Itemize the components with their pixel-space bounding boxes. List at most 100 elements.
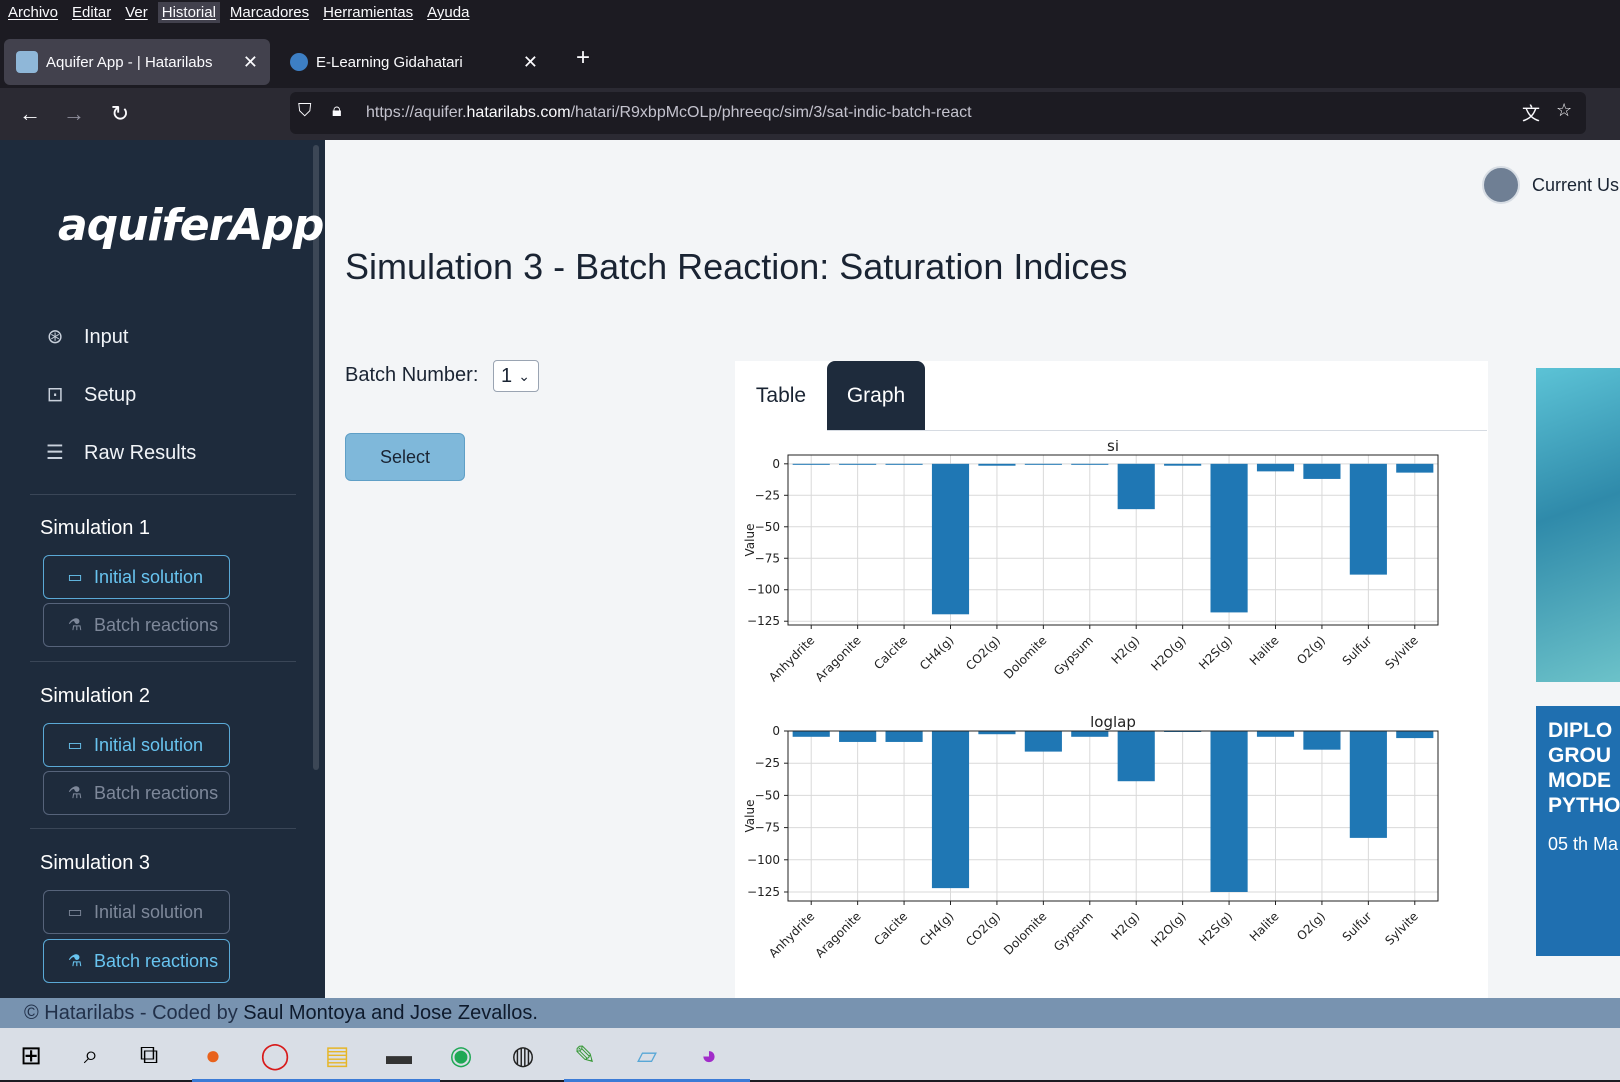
sidebar-item-raw-results[interactable]: ☰ Raw Results bbox=[42, 440, 196, 466]
sim1-initial-solution-button[interactable]: ▭ Initial solution bbox=[43, 555, 230, 599]
x-tick-label: Halite bbox=[1247, 633, 1282, 668]
sidebar-item-label: Input bbox=[84, 325, 129, 348]
bar bbox=[1071, 463, 1109, 465]
sidebar-item-setup[interactable]: ⊡ Setup bbox=[42, 382, 137, 408]
obs-icon[interactable]: ◍ bbox=[502, 1034, 544, 1076]
x-tick-label: H2O(g) bbox=[1148, 909, 1188, 949]
file-explorer-icon[interactable]: ▤ bbox=[316, 1034, 378, 1082]
x-tick-label: H2(g) bbox=[1109, 909, 1143, 943]
x-tick-label: Gypsum bbox=[1051, 909, 1096, 954]
tab-table[interactable]: Table bbox=[735, 361, 827, 431]
url-bar[interactable]: ⛉ 🔒︎ https://aquifer.hatarilabs.com/hata… bbox=[290, 92, 1586, 134]
search-icon[interactable]: ⌕ bbox=[70, 1034, 112, 1076]
app-logo[interactable]: aquiferApp bbox=[58, 200, 324, 251]
reload-icon[interactable]: ↻ bbox=[104, 98, 136, 130]
y-tick-label: −100 bbox=[747, 853, 780, 867]
advertisement-image[interactable] bbox=[1536, 368, 1620, 682]
advertisement-banner[interactable]: DIPLO GROU MODE PYTHO 05 th Ma bbox=[1536, 706, 1620, 956]
close-tab-icon[interactable]: ✕ bbox=[523, 52, 538, 73]
menu-editar[interactable]: Editar bbox=[68, 2, 115, 23]
x-tick-label: Aragonite bbox=[813, 633, 864, 684]
tab-underline bbox=[827, 430, 1487, 431]
sim3-batch-reactions-button[interactable]: ⚗ Batch reactions bbox=[43, 939, 230, 983]
sim1-batch-reactions-button[interactable]: ⚗ Batch reactions bbox=[43, 603, 230, 647]
shield-icon[interactable]: ⛉ bbox=[298, 100, 312, 121]
task-view-icon[interactable]: ⧉ bbox=[128, 1034, 170, 1076]
bar bbox=[1256, 731, 1295, 737]
terminal-app-icon[interactable]: ▬ bbox=[378, 1034, 440, 1082]
bar bbox=[1024, 731, 1062, 752]
tab-graph[interactable]: Graph bbox=[827, 361, 925, 431]
x-tick-label: H2S(g) bbox=[1196, 633, 1235, 672]
bar bbox=[978, 463, 1016, 466]
close-tab-icon[interactable]: ✕ bbox=[243, 52, 258, 73]
menu-ayuda[interactable]: Ayuda bbox=[423, 2, 473, 23]
opera-icon[interactable]: ◯ bbox=[254, 1034, 316, 1082]
sim3-initial-solution-button[interactable]: ▭ Initial solution bbox=[43, 890, 230, 934]
menu-archivo[interactable]: Archivo bbox=[4, 2, 62, 23]
bar bbox=[931, 463, 970, 615]
sim2-initial-solution-button[interactable]: ▭ Initial solution bbox=[43, 723, 230, 767]
x-tick-label: Dolomite bbox=[1001, 633, 1049, 681]
avatar bbox=[1482, 166, 1520, 204]
windows-start-icon[interactable]: ⊞ bbox=[10, 1034, 52, 1076]
y-tick-label: 0 bbox=[772, 457, 780, 471]
whatsapp-icon[interactable]: ◉ bbox=[440, 1034, 482, 1076]
x-tick-label: CH4(g) bbox=[917, 633, 957, 673]
aquifer-favicon-icon bbox=[16, 51, 38, 73]
select-button[interactable]: Select bbox=[345, 433, 465, 481]
sidebar-item-input[interactable]: ⊛ Input bbox=[42, 324, 129, 350]
y-tick-label: −25 bbox=[755, 488, 780, 502]
x-tick-label: Dolomite bbox=[1001, 909, 1049, 957]
tab-title: Aquifer App - | Hatarilabs bbox=[46, 53, 213, 71]
bar bbox=[1071, 731, 1109, 737]
bar bbox=[1396, 463, 1434, 473]
monitor-icon: ▭ bbox=[67, 904, 83, 921]
translate-icon[interactable]: 文 bbox=[1522, 100, 1540, 126]
bar bbox=[839, 731, 877, 742]
back-arrow-icon[interactable]: ← bbox=[14, 98, 46, 130]
bar bbox=[885, 731, 923, 742]
sidebar-item-label: Setup bbox=[84, 383, 137, 406]
browser-tab-elearning[interactable]: E-Learning Gidahatari ✕ bbox=[278, 39, 550, 85]
forward-arrow-icon[interactable]: → bbox=[58, 98, 90, 130]
menu-marcadores[interactable]: Marcadores bbox=[226, 2, 313, 23]
x-tick-label: Sylvite bbox=[1382, 633, 1421, 672]
result-tabs: Table Graph bbox=[735, 361, 1488, 431]
y-tick-label: −50 bbox=[755, 520, 780, 534]
notepad-icon[interactable]: ▱ bbox=[626, 1034, 688, 1082]
x-tick-label: Calcite bbox=[871, 909, 910, 948]
x-tick-label: Sulfur bbox=[1340, 633, 1375, 668]
firefox-icon[interactable]: ● bbox=[192, 1034, 254, 1082]
x-tick-label: H2(g) bbox=[1109, 633, 1143, 667]
current-user-label: Current Us bbox=[1532, 174, 1620, 195]
batch-number-select[interactable]: 1 ⌄ bbox=[493, 360, 539, 392]
plot-frame bbox=[787, 454, 1439, 626]
tab-title: E-Learning Gidahatari bbox=[316, 53, 463, 71]
x-tick-label: Sylvite bbox=[1382, 909, 1421, 948]
notepad-plus-icon[interactable]: ✎ bbox=[564, 1034, 626, 1082]
sidebar-item-label: Raw Results bbox=[84, 441, 197, 464]
lock-icon[interactable]: 🔒︎ bbox=[332, 100, 342, 121]
bar bbox=[1256, 463, 1295, 472]
x-tick-label: Anhydrite bbox=[766, 633, 817, 684]
bar bbox=[885, 463, 923, 465]
new-tab-plus-icon[interactable]: + bbox=[576, 44, 590, 72]
bar bbox=[792, 731, 830, 737]
bar bbox=[1117, 463, 1155, 510]
menu-historial[interactable]: Historial bbox=[157, 1, 220, 23]
y-tick-label: −100 bbox=[747, 583, 780, 597]
current-user[interactable]: Current Us bbox=[1482, 166, 1619, 204]
browser-tab-aquifer[interactable]: Aquifer App - | Hatarilabs ✕ bbox=[4, 39, 270, 85]
menu-herramientas[interactable]: Herramientas bbox=[319, 2, 417, 23]
sim2-batch-reactions-button[interactable]: ⚗ Batch reactions bbox=[43, 771, 230, 815]
x-tick-label: Anhydrite bbox=[766, 909, 817, 960]
app-mask-icon[interactable]: ◕ bbox=[688, 1034, 750, 1082]
x-tick-label: Calcite bbox=[871, 633, 910, 672]
bar bbox=[1303, 731, 1341, 750]
si-bar-chart: 0 −25 −50 −75 −100 −125 AnhydriteAragonite Calc… bbox=[743, 440, 1439, 684]
menu-ver[interactable]: Ver bbox=[121, 2, 152, 23]
bookmark-star-icon[interactable]: ☆ bbox=[1556, 100, 1572, 121]
y-tick-label: −125 bbox=[747, 614, 780, 628]
os-taskbar: ⊞ ⌕ ⧉ ● ◯ ▤ ▬ ◉ ◍ ✎ ▱ ◕ bbox=[0, 1028, 1620, 1082]
